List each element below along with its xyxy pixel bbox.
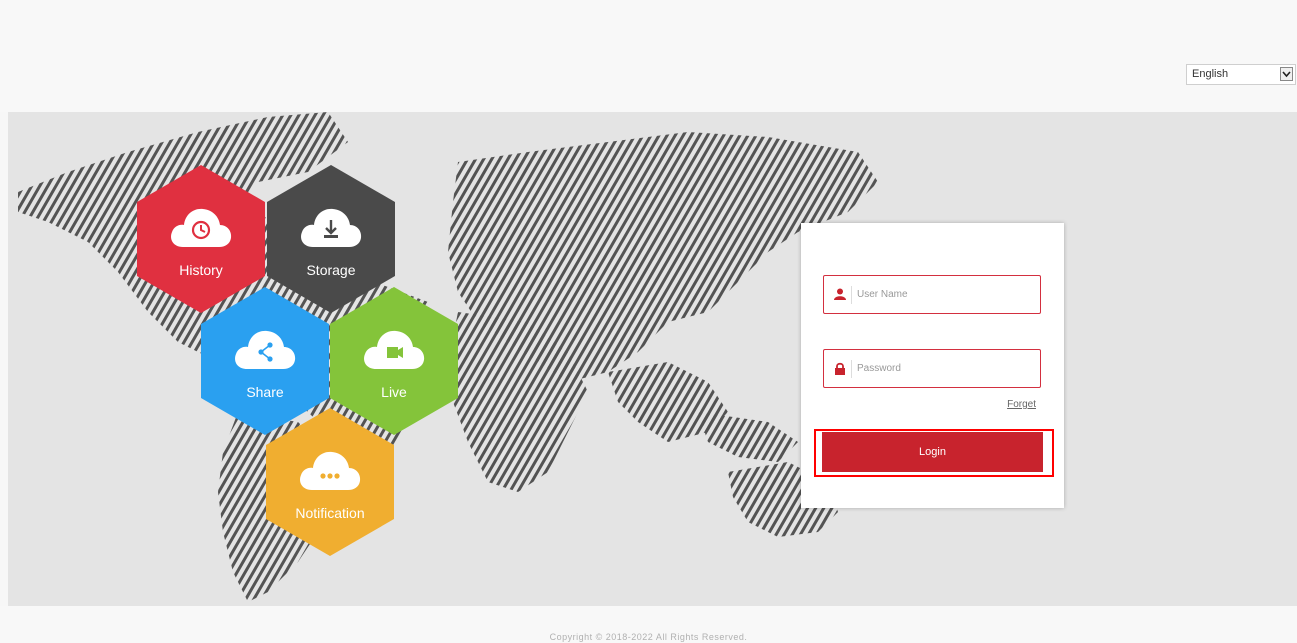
share-icon — [235, 330, 296, 369]
language-selected-value: English — [1192, 68, 1229, 80]
ellipsis-icon — [300, 451, 361, 490]
forget-password-link[interactable]: Forget — [1007, 399, 1036, 410]
password-input[interactable] — [857, 359, 1027, 377]
world-map-banner: History Storage Share Live Notification — [8, 112, 1297, 606]
feature-share-label: Share — [246, 384, 284, 400]
field-divider — [851, 360, 852, 378]
login-button[interactable]: Login — [822, 432, 1043, 472]
login-panel: Forget Login — [801, 223, 1064, 508]
download-icon — [301, 208, 362, 247]
video-camera-icon — [364, 330, 425, 369]
header: English — [0, 0, 1297, 112]
field-divider — [851, 286, 852, 304]
feature-history-label: History — [179, 262, 223, 278]
feature-storage-label: Storage — [306, 262, 356, 278]
username-input[interactable] — [857, 285, 1027, 303]
lock-icon — [835, 362, 845, 375]
copyright-text: Copyright © 2018-2022 All Rights Reserve… — [549, 632, 748, 642]
history-icon — [171, 208, 232, 247]
feature-live-label: Live — [381, 384, 407, 400]
chevron-down-icon[interactable] — [1280, 67, 1293, 81]
feature-notification-label: Notification — [295, 505, 365, 521]
language-select[interactable]: English — [1186, 64, 1296, 85]
username-field[interactable] — [823, 275, 1041, 314]
user-icon — [834, 288, 846, 300]
password-field[interactable] — [823, 349, 1041, 388]
